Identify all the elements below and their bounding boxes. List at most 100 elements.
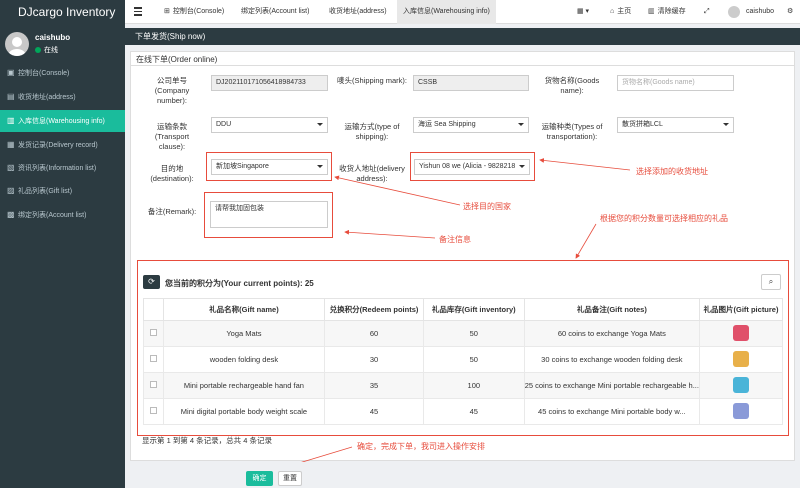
topbar-user[interactable]: caishubo	[740, 0, 780, 24]
topbar: ⊞ 控制台(Console) 绑定列表(Account list) 收货地址(ad…	[125, 0, 800, 24]
column-header[interactable]: 礼品备注(Gift notes)	[523, 298, 700, 321]
delivery-address-select[interactable]: Yishun 08 we (Alicia - 9828218	[414, 159, 530, 175]
gift-notes: 60 coins to exchange Yoga Mats	[523, 320, 700, 347]
row-checkbox[interactable]	[149, 381, 157, 388]
sidebar-item-label: 资讯列表(Information list)	[18, 165, 97, 172]
user-status: 在线	[35, 45, 58, 55]
gift-name: wooden folding desk	[162, 346, 326, 373]
ship-type-select[interactable]: 海运 Sea Shipping	[413, 117, 529, 133]
caret-down-icon	[317, 123, 323, 126]
tab-warehousing[interactable]: 入库信息(Warehousing info)	[397, 0, 496, 24]
destination-select[interactable]: 新加坡Singapore	[211, 159, 328, 175]
sidebar-item-delivery[interactable]: ▦ 发货记录(Delivery record)	[0, 134, 125, 156]
gears-icon: ⚙	[787, 8, 794, 15]
fullscreen-button[interactable]: ⤢	[698, 0, 716, 24]
sidebar-item-account[interactable]: ▩ 绑定列表(Account list)	[0, 204, 125, 226]
delivery-address-value: Yishun 08 we (Alicia - 9828218	[419, 163, 516, 170]
annotation-remark: 备注信息	[439, 235, 471, 244]
sidebar-item-label: 控制台(Console)	[18, 70, 70, 77]
topbar-user-name: caishubo	[746, 8, 775, 15]
sidebar-item-warehousing[interactable]: ▥ 入库信息(Warehousing info)	[0, 110, 125, 132]
sidebar-item-address[interactable]: ▤ 收货地址(address)	[0, 86, 125, 108]
gift-notes: 25 coins to exchange Mini portable recha…	[523, 372, 700, 399]
settings-button[interactable]: ⚙	[781, 0, 799, 24]
table-row[interactable]: Mini digital portable body weight scale …	[143, 398, 784, 425]
delivery-address-label: 收货人地址(delivery address):	[339, 164, 405, 183]
sidebar-item-label: 收货地址(address)	[18, 94, 76, 101]
select-all-header	[143, 298, 164, 321]
online-dot-icon	[35, 47, 41, 53]
gift-points: 60	[324, 320, 424, 347]
confirm-button[interactable]: 确定	[246, 471, 273, 486]
clear-cache-button[interactable]: ▥ 清除缓存	[642, 0, 692, 24]
app-title: DJcargo Inventory	[0, 0, 125, 24]
refresh-button[interactable]: ⟳	[143, 275, 160, 289]
gift-inventory: 100	[422, 372, 525, 399]
hand-fan-picture[interactable]	[732, 376, 749, 393]
yoga-mat-picture[interactable]	[732, 324, 749, 341]
annotation-address: 选择添加的收货地址	[636, 167, 708, 176]
gift-table: 礼品名称(Gift name) 兑换积分(Redeem points) 礼品库存…	[143, 298, 784, 425]
tab-label: 入库信息(Warehousing info)	[403, 8, 490, 15]
column-header[interactable]: 礼品库存(Gift inventory)	[422, 298, 525, 321]
clause-label: 运输条款(Transport clause):	[154, 122, 190, 151]
order-panel: 在线下单(Order online) 公司单号(Company number):…	[130, 51, 795, 461]
pagination-info: 显示第 1 到第 4 条记录，总共 4 条记录	[142, 436, 273, 445]
annotation-gift: 根据您的积分数量可选择相应的礼品	[600, 214, 728, 223]
tab-address[interactable]: 收货地址(address)	[323, 0, 393, 24]
caret-down-icon	[723, 123, 729, 126]
table-row[interactable]: wooden folding desk 30 50 30 coins to ex…	[143, 346, 784, 373]
current-points: 您当前的积分为(Your current points): 25	[165, 278, 314, 289]
row-checkbox[interactable]	[149, 355, 157, 362]
goods-name-label: 货物名称(Goods name):	[544, 76, 600, 95]
row-checkbox[interactable]	[149, 407, 157, 414]
goods-name-input[interactable]: 货物名称(Goods name)	[617, 75, 734, 91]
form-footer: 确定 重置	[125, 462, 800, 488]
sidebar-item-gift[interactable]: ▨ 礼品列表(Gift list)	[0, 180, 125, 202]
column-header[interactable]: 礼品图片(Gift picture)	[698, 298, 784, 321]
remark-textarea[interactable]: 请帮我加固包装	[210, 201, 328, 228]
transport-type-select[interactable]: 散货拼箱LCL	[617, 117, 734, 133]
tab-console[interactable]: ⊞ 控制台(Console)	[158, 0, 230, 24]
gift-name: Mini digital portable body weight scale	[162, 398, 326, 425]
gift-name: Yoga Mats	[162, 320, 326, 347]
menu-toggle-icon[interactable]	[134, 7, 142, 16]
topbar-avatar[interactable]	[728, 6, 740, 18]
reset-button[interactable]: 重置	[278, 471, 302, 486]
points-value: 25	[304, 279, 314, 288]
table-row[interactable]: Yoga Mats 60 50 60 coins to exchange Yog…	[143, 320, 784, 347]
ship-type-value: 海运 Sea Shipping	[418, 121, 476, 128]
sidebar-item-label: 入库信息(Warehousing info)	[18, 118, 105, 125]
sidebar-item-information[interactable]: ▧ 资讯列表(Information list)	[0, 157, 125, 179]
shipping-mark-label: 唛头(Shipping mark):	[336, 76, 408, 85]
clause-select[interactable]: DDU	[211, 117, 328, 133]
order-no-label: 公司单号(Company number):	[154, 76, 190, 105]
caret-down-icon	[519, 165, 525, 168]
gift-inventory: 50	[422, 320, 525, 347]
gift-points: 35	[324, 372, 424, 399]
destination-label: 目的地(destination):	[150, 164, 194, 183]
sidebar-item-label: 发货记录(Delivery record)	[18, 142, 98, 149]
sidebar-item-console[interactable]: ▣ 控制台(Console)	[0, 62, 125, 84]
gift-inventory: 45	[422, 398, 525, 425]
clause-value: DDU	[216, 121, 232, 128]
refresh-icon: ⟳	[148, 277, 155, 286]
desk-picture[interactable]	[732, 350, 749, 367]
sidebar-item-label: 礼品列表(Gift list)	[18, 188, 73, 195]
weight-scale-picture[interactable]	[732, 402, 749, 419]
caret-down-icon	[317, 165, 323, 168]
home-button[interactable]: ⌂ 主页	[604, 0, 637, 24]
row-checkbox[interactable]	[149, 329, 157, 336]
table-row[interactable]: Mini portable rechargeable hand fan 35 1…	[143, 372, 784, 399]
column-header[interactable]: 礼品名称(Gift name)	[162, 298, 326, 321]
tabs-dropdown-button[interactable]: ▦ ▾	[571, 0, 595, 24]
dashboard-icon: ⊞	[164, 8, 170, 15]
search-button[interactable]: ⌕	[761, 274, 781, 290]
tab-account-list[interactable]: 绑定列表(Account list)	[235, 0, 315, 24]
gift-icon: ▨	[7, 186, 15, 195]
gift-notes: 30 coins to exchange wooden folding desk	[523, 346, 700, 373]
tab-label: 收货地址(address)	[329, 8, 387, 15]
transport-type-label: 运输种类(Types of transportation):	[541, 122, 603, 141]
column-header[interactable]: 兑换积分(Redeem points)	[324, 298, 424, 321]
trash-icon: ▥	[648, 8, 655, 15]
